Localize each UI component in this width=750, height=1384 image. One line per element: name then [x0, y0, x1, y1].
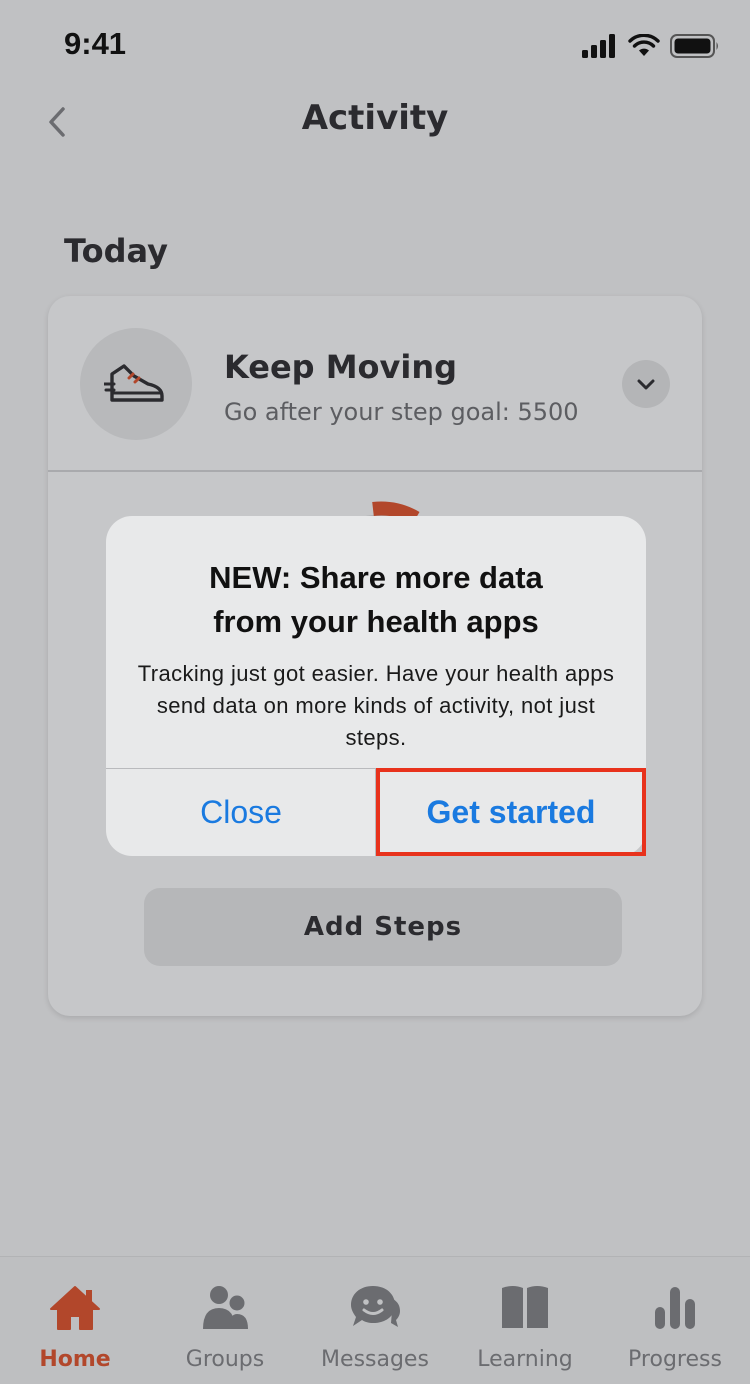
alert-title-line: from your health apps	[213, 604, 539, 639]
status-icons	[582, 34, 720, 58]
battery-icon	[670, 34, 718, 58]
alert-title-line: NEW: Share more data	[209, 560, 543, 595]
close-button[interactable]: Close	[106, 769, 376, 856]
tab-bar: Home Groups Messages Learning Progress	[0, 1256, 750, 1384]
card-title: Keep Moving	[224, 348, 458, 386]
status-time: 9:41	[64, 26, 127, 61]
tab-learning[interactable]: Learning	[450, 1257, 600, 1384]
sneaker-icon	[104, 364, 164, 402]
tab-groups[interactable]: Groups	[150, 1257, 300, 1384]
home-icon	[50, 1286, 100, 1330]
bar-chart-icon	[655, 1287, 695, 1329]
card-subtitle: Go after your step goal: 5500	[224, 398, 579, 426]
shoe-icon-badge	[80, 328, 192, 440]
tab-label: Messages	[321, 1347, 429, 1372]
add-steps-button[interactable]: Add Steps	[144, 888, 622, 966]
tab-label: Groups	[185, 1347, 265, 1372]
nav-bar: Activity	[0, 90, 750, 170]
expand-button[interactable]	[622, 360, 670, 408]
chevron-down-icon	[637, 379, 655, 390]
tab-label: Learning	[477, 1347, 573, 1372]
status-bar: 9:41	[0, 0, 750, 90]
get-started-button[interactable]: Get started	[376, 769, 646, 856]
section-title: Today	[64, 232, 168, 270]
tab-progress[interactable]: Progress	[600, 1257, 750, 1384]
alert-title: NEW: Share more data from your health ap…	[126, 556, 626, 644]
tab-label: Home	[39, 1347, 111, 1372]
book-icon	[502, 1286, 548, 1328]
card-divider	[48, 470, 702, 472]
messages-icon	[351, 1286, 400, 1327]
tab-label: Progress	[628, 1347, 722, 1372]
groups-icon	[203, 1286, 248, 1329]
alert-message: Tracking just got easier. Have your heal…	[137, 661, 615, 750]
tab-messages[interactable]: Messages	[300, 1257, 450, 1384]
cellular-signal-icon	[582, 34, 615, 58]
page-title: Activity	[301, 98, 449, 138]
alert-dialog: NEW: Share more data from your health ap…	[106, 516, 646, 856]
tab-home[interactable]: Home	[0, 1257, 150, 1384]
wifi-icon	[628, 34, 660, 56]
